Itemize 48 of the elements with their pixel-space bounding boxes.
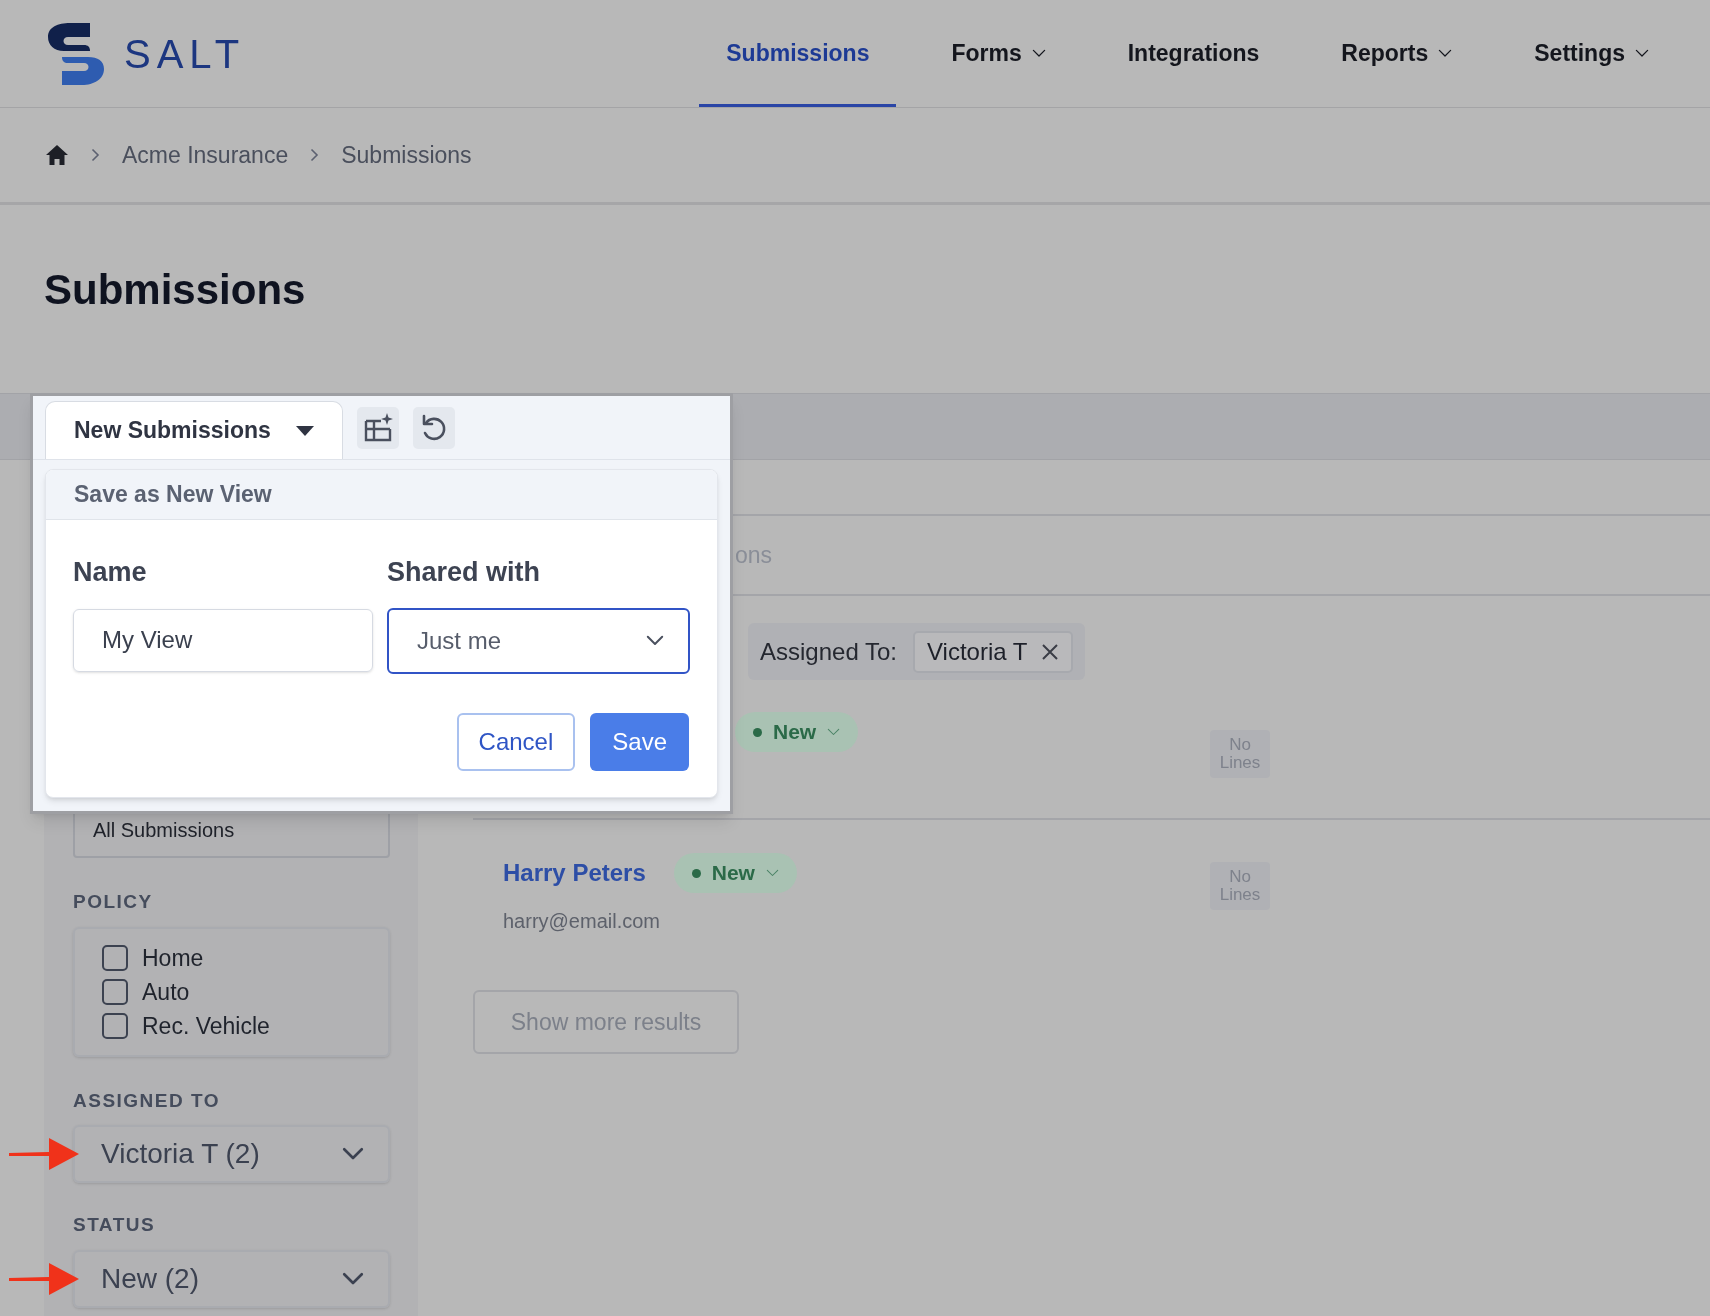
- add-view-icon[interactable]: [357, 407, 399, 449]
- filter-label: Assigned To:: [760, 636, 897, 667]
- status-pill[interactable]: New: [735, 712, 859, 752]
- close-icon[interactable]: [1041, 642, 1060, 661]
- checkbox-label: Home: [142, 943, 204, 973]
- submission-email: harry@email.com: [503, 909, 661, 934]
- cancel-button[interactable]: Cancel: [456, 712, 576, 771]
- section-heading: STATUS: [73, 1213, 157, 1237]
- checkbox-label: Auto: [142, 977, 190, 1007]
- section-heading: ASSIGNED TO: [73, 1088, 222, 1113]
- chevron-down-icon: [765, 869, 779, 877]
- shared-with-select[interactable]: Just me: [387, 607, 690, 674]
- logo-text: SALT: [124, 30, 246, 78]
- name-input[interactable]: My View: [73, 608, 373, 672]
- breadcrumb-link[interactable]: Submissions: [341, 137, 472, 173]
- chevron-down-icon: [342, 1147, 364, 1161]
- checkbox[interactable]: [102, 1012, 128, 1039]
- page-title: Submissions: [44, 264, 306, 315]
- checkbox-label: Rec. Vehicle: [142, 1011, 270, 1041]
- checkbox[interactable]: [102, 978, 128, 1005]
- home-icon[interactable]: [45, 144, 69, 166]
- view-dropdown-tab[interactable]: New Submissions: [45, 401, 343, 459]
- chevron-down-icon: [646, 635, 664, 646]
- chevron-down-icon: [827, 728, 841, 736]
- nav-tab[interactable]: Settings: [1507, 0, 1676, 107]
- field-label: Name: [73, 556, 148, 589]
- chevron-right-icon: [310, 148, 320, 162]
- checkbox[interactable]: [102, 944, 128, 971]
- nav-tab[interactable]: Integrations: [1100, 0, 1287, 107]
- chevron-down-icon: [342, 1271, 364, 1286]
- section-heading: POLICY: [73, 890, 154, 914]
- nav-tab[interactable]: Submissions: [699, 0, 897, 107]
- submission-name-link[interactable]: Harry Peters: [503, 855, 646, 891]
- nav-tab[interactable]: Reports: [1314, 0, 1480, 107]
- status-dot-icon: [691, 868, 701, 878]
- nav-tab[interactable]: Forms: [924, 0, 1073, 107]
- filter-chip[interactable]: Victoria T: [913, 630, 1074, 673]
- status-dot-icon: [753, 727, 762, 737]
- field-label: Shared with: [387, 556, 542, 589]
- chevron-right-icon: [91, 148, 100, 162]
- filter-select[interactable]: Victoria T (2): [73, 1125, 390, 1183]
- caret-down-icon: [296, 425, 314, 436]
- reset-icon[interactable]: [413, 407, 455, 449]
- save-button[interactable]: Save: [590, 712, 689, 771]
- card-title: Save as New View: [74, 480, 272, 510]
- filter-select[interactable]: New (2): [73, 1249, 390, 1308]
- status-pill[interactable]: New: [673, 853, 797, 893]
- breadcrumb-link[interactable]: Acme Insurance: [122, 137, 289, 173]
